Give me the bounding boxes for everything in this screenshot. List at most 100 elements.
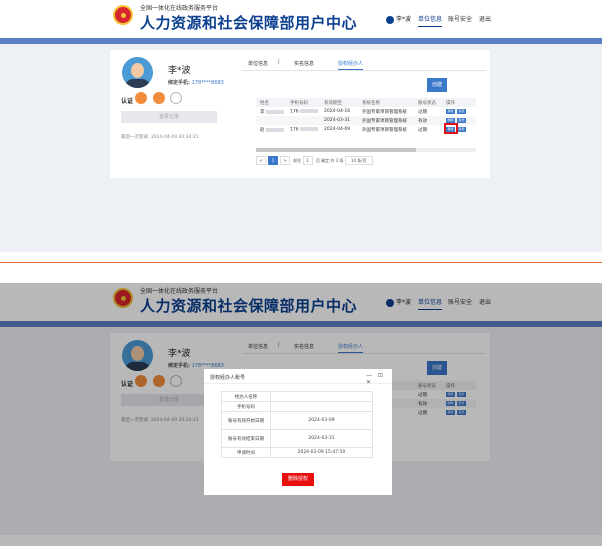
detail-label: 申请时间: [221, 447, 271, 458]
dialog-detail-table: 经办人名称 手机号码 账号有效开始日期 2024-03-09 账号有效结束日期 20…: [221, 391, 373, 458]
page-size-select[interactable]: 10 条/页: [344, 156, 373, 165]
avatar-body: [125, 79, 150, 88]
col-phone: 手机号码: [290, 101, 308, 106]
delete-authorization-button[interactable]: 删除授权: [282, 473, 314, 486]
cert-badge-icon[interactable]: [153, 92, 165, 104]
row-phone-text: 176: [290, 127, 299, 133]
dialog-divider: [204, 383, 392, 384]
panel-before: 全国一体化在线政务服务平台 人力资源和社会保障部用户中心 李*波 单位信息 账号…: [0, 0, 602, 263]
tab-separator: |: [278, 59, 280, 65]
row-name: 赵: [260, 127, 284, 133]
detail-value: 2024-03-09 15:47:50: [270, 447, 373, 458]
phone-label: 绑定手机:: [168, 80, 190, 86]
extend-button[interactable]: 延长: [457, 118, 466, 123]
tab-unit-info[interactable]: 单位信息: [248, 60, 268, 67]
highlight-box: [444, 123, 458, 134]
create-button[interactable]: 创建: [427, 78, 447, 92]
masked-text: [265, 127, 284, 132]
profile-phone: 绑定手机: 178****8683: [168, 79, 224, 86]
tab-bar: 单位信息 | 实名信息 授权经办人: [242, 58, 486, 71]
panel-after: 全国一体化在线政务服务平台 人力资源和社会保障部用户中心 李*波 单位信息 账号…: [0, 283, 602, 546]
page-button[interactable]: 1: [268, 156, 278, 165]
site-header: 全国一体化在线政务服务平台 人力资源和社会保障部用户中心 李*波 单位信息 账号…: [0, 0, 602, 38]
login-record-button[interactable]: 登录记录: [121, 111, 217, 123]
cert-badge-icon[interactable]: [135, 92, 147, 104]
avatar: [122, 57, 153, 88]
national-emblem-icon: [113, 5, 133, 25]
detail-row: 手机号码: [221, 401, 373, 412]
col-status: 账号状态: [418, 101, 436, 106]
detail-row: 经办人名称: [221, 391, 373, 402]
scrollbar-thumb[interactable]: [256, 148, 416, 152]
row-name-text: 赵: [260, 128, 265, 133]
detail-value: 2024-03-09: [270, 411, 373, 430]
detail-value: [270, 401, 373, 412]
user-menu[interactable]: 李*波: [386, 14, 411, 24]
horizontal-scrollbar[interactable]: [256, 148, 476, 152]
nav-unit-info[interactable]: 单位信息: [418, 14, 443, 27]
col-expiry: 有效期至: [324, 101, 342, 106]
tab-realname[interactable]: 实名信息: [294, 60, 314, 67]
row-system: 外国专家项目管理系统: [362, 119, 407, 124]
row-name: 李: [260, 109, 284, 115]
row-date: 2024-03-31: [324, 118, 351, 123]
detail-row: 账号有效结束日期 2024-03-31: [221, 429, 373, 448]
extend-button[interactable]: 延长: [457, 109, 466, 114]
detail-label: 账号有效结束日期: [221, 429, 271, 448]
site-title: 人力资源和社会保障部用户中心: [140, 14, 358, 32]
cert-badge-icon[interactable]: [170, 92, 182, 104]
table-header: 姓名 手机号码 有效期至 系统名称 账号状态 操作: [256, 98, 476, 107]
row-status: 有效: [418, 119, 427, 124]
row-phone: 176: [290, 109, 318, 115]
table-row: 2024-03-31 外国专家项目管理系统 有效 删除 延长: [256, 116, 476, 125]
detail-value: [270, 391, 373, 402]
agent-table: 姓名 手机号码 有效期至 系统名称 账号状态 操作 李 176 2024-04-…: [256, 98, 476, 134]
detail-row: 申请时间 2024-03-09 15:47:50: [221, 447, 373, 458]
masked-text: [299, 109, 318, 113]
profile-name: 李*波: [168, 66, 191, 76]
main-card: 李*波 绑定手机: 178****8683 认证 登录记录 最后一次登录: 20…: [110, 50, 490, 178]
next-page-button[interactable]: >: [280, 156, 290, 165]
detail-label: 手机号码: [221, 401, 271, 412]
extend-button[interactable]: 延长: [457, 127, 466, 132]
row-system: 外国专家项目管理系统: [362, 110, 407, 115]
pagination: <1 > 前往 1 页 确定 共 3 条 10 条/页: [256, 156, 375, 165]
detail-value: 2024-03-31: [270, 429, 373, 448]
goto-input[interactable]: 1: [302, 156, 313, 165]
row-phone-text: 176: [290, 109, 299, 115]
site-subtitle: 全国一体化在线政务服务平台: [140, 5, 219, 12]
row-date: 2024-04-09: [324, 127, 351, 132]
dialog-title: 授权经办人账号: [210, 375, 246, 381]
authorize-agent-dialog: 授权经办人账号 — ⊡ ✕ 经办人名称 手机号码 账号有效开始日期2024-03…: [204, 369, 392, 495]
col-actions: 操作: [446, 101, 455, 106]
row-system: 外国专家项目管理系统: [362, 128, 407, 133]
detail-row: 账号有效开始日期 2024-03-09: [221, 411, 373, 430]
page-suffix: 页: [315, 158, 320, 163]
avatar-face: [131, 63, 144, 78]
nav-account-security[interactable]: 账号安全: [448, 14, 472, 23]
row-date: 2024-04-16: [324, 109, 351, 114]
last-login: 最后一次登录: 2024-04-09 20:34:21: [121, 135, 199, 140]
cert-label: 认证: [121, 98, 134, 105]
user-icon: [386, 15, 394, 24]
phone-value: 178****8683: [191, 80, 224, 86]
total-count: 共 3 条: [330, 158, 344, 163]
row-phone: 176: [290, 127, 318, 133]
detail-label: 经办人名称: [221, 391, 271, 402]
masked-text: [299, 127, 318, 131]
divider: [0, 262, 602, 263]
row-status: 过期: [418, 110, 427, 115]
authorize-button[interactable]: 授权: [446, 109, 455, 114]
user-name: 李*波: [396, 16, 412, 23]
tab-authorized-agent[interactable]: 授权经办人: [338, 60, 364, 70]
col-name: 姓名: [260, 101, 269, 106]
row-status: 过期: [418, 128, 427, 133]
nav-logout[interactable]: 退出: [479, 14, 491, 23]
goto-label: 前往: [293, 158, 302, 163]
confirm-button[interactable]: 确定: [321, 158, 329, 163]
masked-text: [265, 109, 284, 114]
row-name-text: 李: [260, 110, 265, 115]
table-row: 李 176 2024-04-16 外国专家项目管理系统 过期 授权 延长: [256, 107, 476, 116]
prev-page-button[interactable]: <: [256, 156, 266, 165]
table-row: 赵 176 2024-04-09 外国专家项目管理系统 过期 授权 延长: [256, 125, 476, 134]
